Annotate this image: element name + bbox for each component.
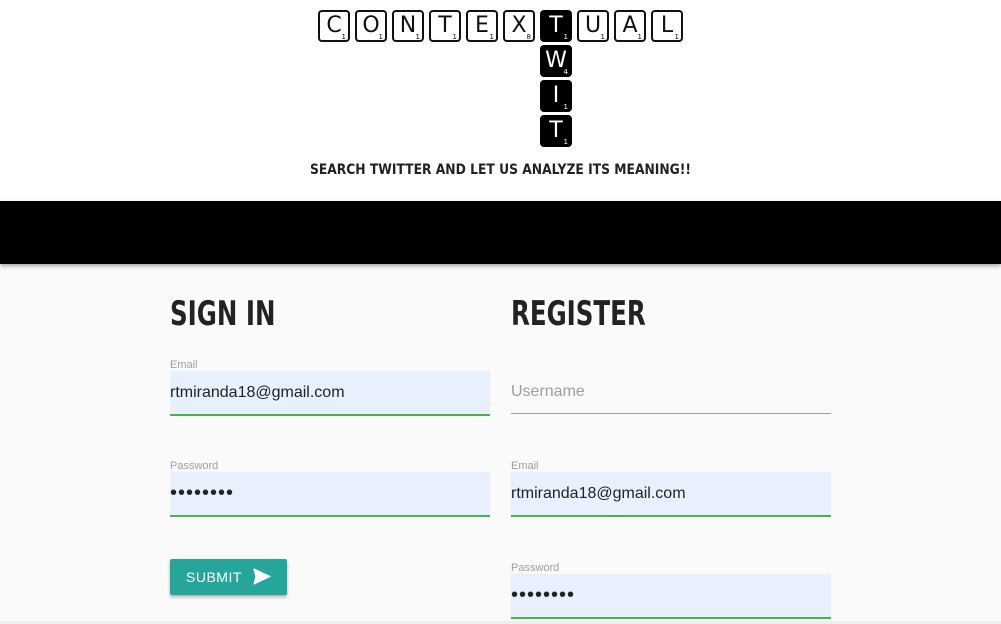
send-icon <box>253 568 271 585</box>
logo-tile-i: I1 <box>540 80 572 112</box>
tagline: SEARCH TWITTER AND LET US ANALYZE ITS ME… <box>309 162 692 178</box>
signin-password-label: Password <box>170 460 219 472</box>
register-username-input[interactable] <box>511 371 831 414</box>
signin-email-input[interactable] <box>170 371 490 416</box>
logo-tile-x: X8 <box>503 10 535 42</box>
register-email-input[interactable] <box>511 472 831 517</box>
submit-label: SUBMIT <box>186 569 242 585</box>
logo-tile-o: O1 <box>355 10 387 42</box>
logo-tile-a: A1 <box>614 10 646 42</box>
logo-tile-t-down: T1 <box>540 115 572 147</box>
register-email-label: Email <box>511 460 539 472</box>
logo-tile-n: N1 <box>392 10 424 42</box>
register-password-input[interactable] <box>511 574 831 619</box>
register-heading: REGISTER <box>511 294 646 334</box>
logo-tile-c: C1 <box>318 10 350 42</box>
signin-password-input[interactable] <box>170 472 490 517</box>
logo-tile-t-cross: T1 <box>540 10 572 42</box>
black-banner <box>0 201 1001 264</box>
signin-heading: SIGN IN <box>170 294 276 334</box>
logo-tile-u: U1 <box>577 10 609 42</box>
logo-tile-w: W4 <box>540 45 572 77</box>
register-password-label: Password <box>511 562 560 574</box>
submit-button[interactable]: SUBMIT <box>170 559 287 595</box>
logo-tile-e: E1 <box>466 10 498 42</box>
logo-tile-l: L1 <box>651 10 683 42</box>
signin-email-label: Email <box>170 359 198 371</box>
site-header: C1 O1 N1 T1 E1 X8 T1 U1 A1 L1 W4 I1 T1 S… <box>0 0 1001 201</box>
logo-tile-t: T1 <box>429 10 461 42</box>
